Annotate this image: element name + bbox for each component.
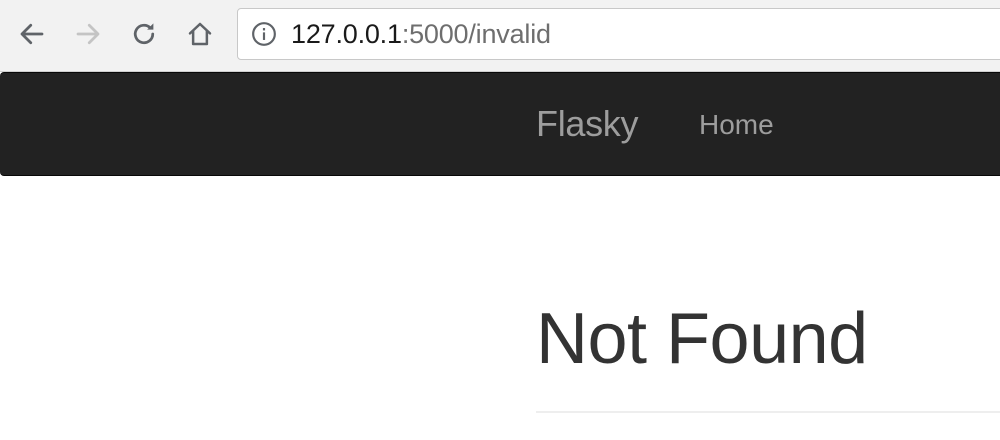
forward-button[interactable] bbox=[68, 14, 108, 54]
reload-button[interactable] bbox=[124, 14, 164, 54]
page-header: Not Found bbox=[536, 300, 1000, 413]
url-path: :5000/invalid bbox=[401, 18, 551, 49]
site-navbar: Flasky Home bbox=[0, 72, 1000, 176]
page-title: Not Found bbox=[536, 299, 868, 379]
nav-link-home[interactable]: Home bbox=[699, 109, 774, 141]
url-host: 127.0.0.1 bbox=[291, 18, 402, 49]
info-icon[interactable] bbox=[251, 21, 277, 47]
back-button[interactable] bbox=[12, 14, 52, 54]
browser-toolbar: 127.0.0.1:5000/invalid bbox=[0, 0, 1000, 72]
url-text[interactable]: 127.0.0.1:5000/invalid bbox=[291, 18, 551, 49]
home-icon bbox=[188, 22, 212, 46]
back-arrow-icon bbox=[20, 23, 44, 45]
forward-arrow-icon bbox=[76, 23, 100, 45]
navbar-brand-link[interactable]: Flasky bbox=[536, 103, 639, 145]
reload-icon bbox=[133, 23, 155, 45]
home-button[interactable] bbox=[180, 14, 220, 54]
address-bar[interactable]: 127.0.0.1:5000/invalid bbox=[237, 8, 1000, 60]
